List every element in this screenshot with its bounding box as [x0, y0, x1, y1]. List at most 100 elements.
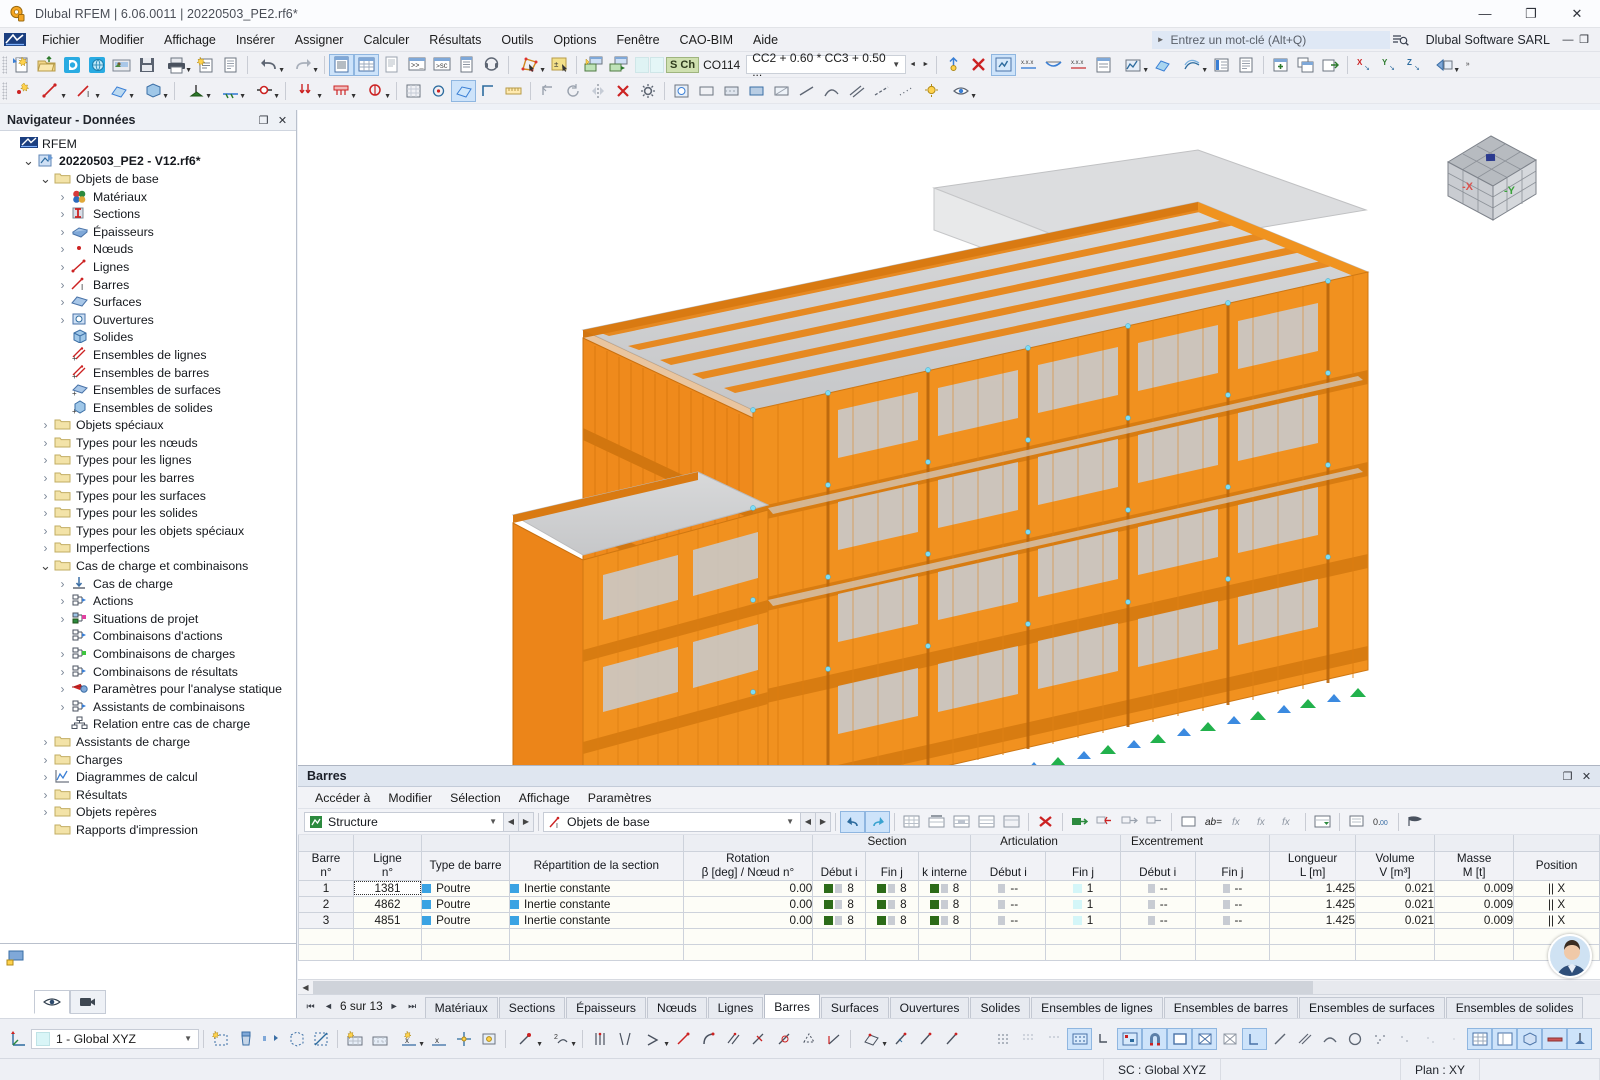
- pager-last-button[interactable]: ⏭: [406, 1001, 419, 1012]
- table-empty-cell[interactable]: [813, 944, 866, 960]
- render-double-line-icon[interactable]: [844, 80, 869, 102]
- coord-system-icon[interactable]: [6, 1028, 31, 1050]
- th-excentrement-debut-i[interactable]: _Début i: [1120, 851, 1195, 880]
- tree-expander-closed[interactable]: ›: [54, 242, 71, 256]
- add-row-icon[interactable]: [924, 811, 949, 833]
- tree-expander-closed[interactable]: ›: [54, 577, 71, 591]
- draw-arc-icon[interactable]: [696, 1028, 721, 1050]
- chevron-down-icon[interactable]: ▼: [892, 60, 903, 69]
- results-dropdown-arrow[interactable]: ▼: [1142, 67, 1149, 74]
- tree-item[interactable]: Relation entre cas de charge: [0, 716, 296, 734]
- toolbar2-grip[interactable]: [2, 82, 7, 100]
- objects-next-button[interactable]: ▶: [816, 812, 831, 832]
- draw-point-dropdown-arrow[interactable]: ▼: [536, 1041, 543, 1048]
- cell-ligne-no[interactable]: 4862: [353, 896, 421, 912]
- show-table-icon[interactable]: [329, 54, 354, 76]
- members-table-body[interactable]: 11381PoutreInertie constante0.00888--1--…: [299, 880, 1600, 960]
- tree-expander-open[interactable]: ⌄: [37, 175, 54, 183]
- cell-section-fin-j[interactable]: 8: [865, 912, 918, 928]
- table-empty-cell[interactable]: [918, 928, 971, 944]
- imposed-load-icon[interactable]: ▼: [358, 80, 392, 102]
- table-empty-cell[interactable]: [1355, 944, 1434, 960]
- results-diagram-icon[interactable]: ▼: [1116, 54, 1150, 76]
- table-empty-cell[interactable]: [299, 944, 354, 960]
- cell-position[interactable]: || X: [1514, 896, 1600, 912]
- navigator-tab-views[interactable]: [70, 990, 106, 1014]
- tree-item[interactable]: ›Nœuds: [0, 241, 296, 259]
- table-tab-solides[interactable]: Solides: [970, 997, 1030, 1018]
- draw-tangent-icon[interactable]: [771, 1028, 796, 1050]
- line-double-icon[interactable]: [1292, 1028, 1317, 1050]
- table-empty-cell[interactable]: [299, 928, 354, 944]
- tree-item[interactable]: ›Types pour les surfaces: [0, 487, 296, 505]
- tree-item[interactable]: ⌄Cas de charge et combinaisons: [0, 557, 296, 575]
- th-section-k-interne[interactable]: _k interne: [918, 851, 971, 880]
- tree-item[interactable]: RFEM: [0, 135, 296, 153]
- solid-view-icon[interactable]: [1517, 1028, 1542, 1050]
- visibility-icon[interactable]: ▼: [944, 80, 978, 102]
- formula-fx3-icon[interactable]: fx: [1276, 811, 1301, 833]
- cell-section-k-interne[interactable]: 8: [918, 896, 971, 912]
- tree-item[interactable]: ›Situations de projet: [0, 610, 296, 628]
- tree-item[interactable]: +Ensembles de surfaces: [0, 381, 296, 399]
- pager-next-button[interactable]: ►: [388, 1001, 401, 1011]
- view-direction-icon[interactable]: ▼: [1427, 54, 1461, 76]
- table-empty-cell[interactable]: [1270, 928, 1356, 944]
- toolbar-grip[interactable]: [2, 56, 7, 74]
- new-node-icon[interactable]: [9, 80, 34, 102]
- render-dot-line-icon[interactable]: [894, 80, 919, 102]
- navigator-tab-display[interactable]: [34, 990, 70, 1014]
- result-table-icon[interactable]: [1091, 54, 1116, 76]
- tree-item[interactable]: ›Combinaisons de charges: [0, 645, 296, 663]
- loads-icon[interactable]: ▼: [290, 80, 324, 102]
- cell-ligne-no[interactable]: 1381: [353, 880, 421, 896]
- print-icon[interactable]: ▼: [159, 54, 193, 76]
- tree-item[interactable]: ›IBarres: [0, 276, 296, 294]
- snap-object-icon[interactable]: [476, 1028, 501, 1050]
- render-solid-icon[interactable]: [669, 80, 694, 102]
- ortho-icon[interactable]: [476, 80, 501, 102]
- line-diagonal-icon[interactable]: [612, 1028, 637, 1050]
- dlubal-center-icon[interactable]: [59, 54, 84, 76]
- table-empty-cell[interactable]: [918, 944, 971, 960]
- table-row[interactable]: 11381PoutreInertie constante0.00888--1--…: [299, 880, 1600, 896]
- table-tab-ensembles-de-surfaces[interactable]: Ensembles de surfaces: [1299, 997, 1445, 1018]
- nodal-support-icon[interactable]: ▼: [179, 80, 213, 102]
- arc-curve-icon[interactable]: [1317, 1028, 1342, 1050]
- table-tab-lignes[interactable]: Lignes: [708, 997, 764, 1018]
- view-dropdown-arrow[interactable]: ▼: [1453, 67, 1460, 74]
- table-tab--paisseurs[interactable]: Épaisseurs: [566, 997, 646, 1018]
- cell-excentrement-debut-i[interactable]: --: [1120, 912, 1195, 928]
- table-empty-cell[interactable]: [1046, 928, 1121, 944]
- tree-item[interactable]: ›Objets spéciaux: [0, 417, 296, 435]
- snap-x2-icon[interactable]: x: [426, 1028, 451, 1050]
- work-plane-icon[interactable]: [451, 80, 476, 102]
- tree-item[interactable]: ›Lignes: [0, 258, 296, 276]
- tree-expander-closed[interactable]: ›: [37, 770, 54, 784]
- tree-expander-closed[interactable]: ›: [54, 612, 71, 626]
- export-arrow-icon[interactable]: [1142, 811, 1167, 833]
- cell-excentrement-debut-i[interactable]: --: [1120, 896, 1195, 912]
- table-row[interactable]: 34851PoutreInertie constante0.00888--1--…: [299, 912, 1600, 928]
- cell-articulation-fin-j[interactable]: 1: [1046, 896, 1121, 912]
- draw-member3-icon[interactable]: [939, 1028, 964, 1050]
- tree-expander-closed[interactable]: ›: [37, 453, 54, 467]
- magnet-icon[interactable]: [1142, 1028, 1167, 1050]
- tree-expander-closed[interactable]: ›: [37, 436, 54, 450]
- tree-item[interactable]: ›Types pour les barres: [0, 469, 296, 487]
- calculate-red-x-icon[interactable]: [966, 54, 991, 76]
- calculate-all-icon[interactable]: [991, 54, 1016, 76]
- mirror-icon[interactable]: [585, 80, 610, 102]
- cell-volume[interactable]: 0.021: [1355, 912, 1434, 928]
- cell-masse[interactable]: 0.009: [1435, 880, 1514, 896]
- help-pointer-icon[interactable]: [1403, 811, 1428, 833]
- rect-view-icon[interactable]: [1167, 1028, 1192, 1050]
- rotate-coord-icon[interactable]: [283, 1028, 308, 1050]
- draw-line-icon[interactable]: [671, 1028, 696, 1050]
- account-name[interactable]: Dlubal Software SARL: [1416, 33, 1560, 47]
- plane-select-dropdown[interactable]: ▼: [881, 1041, 888, 1048]
- draw-member2-icon[interactable]: [914, 1028, 939, 1050]
- cross-box2-icon[interactable]: [1217, 1028, 1242, 1050]
- delete-coord-system-icon[interactable]: [233, 1028, 258, 1050]
- member-dropdown-arrow[interactable]: ▼: [94, 93, 101, 100]
